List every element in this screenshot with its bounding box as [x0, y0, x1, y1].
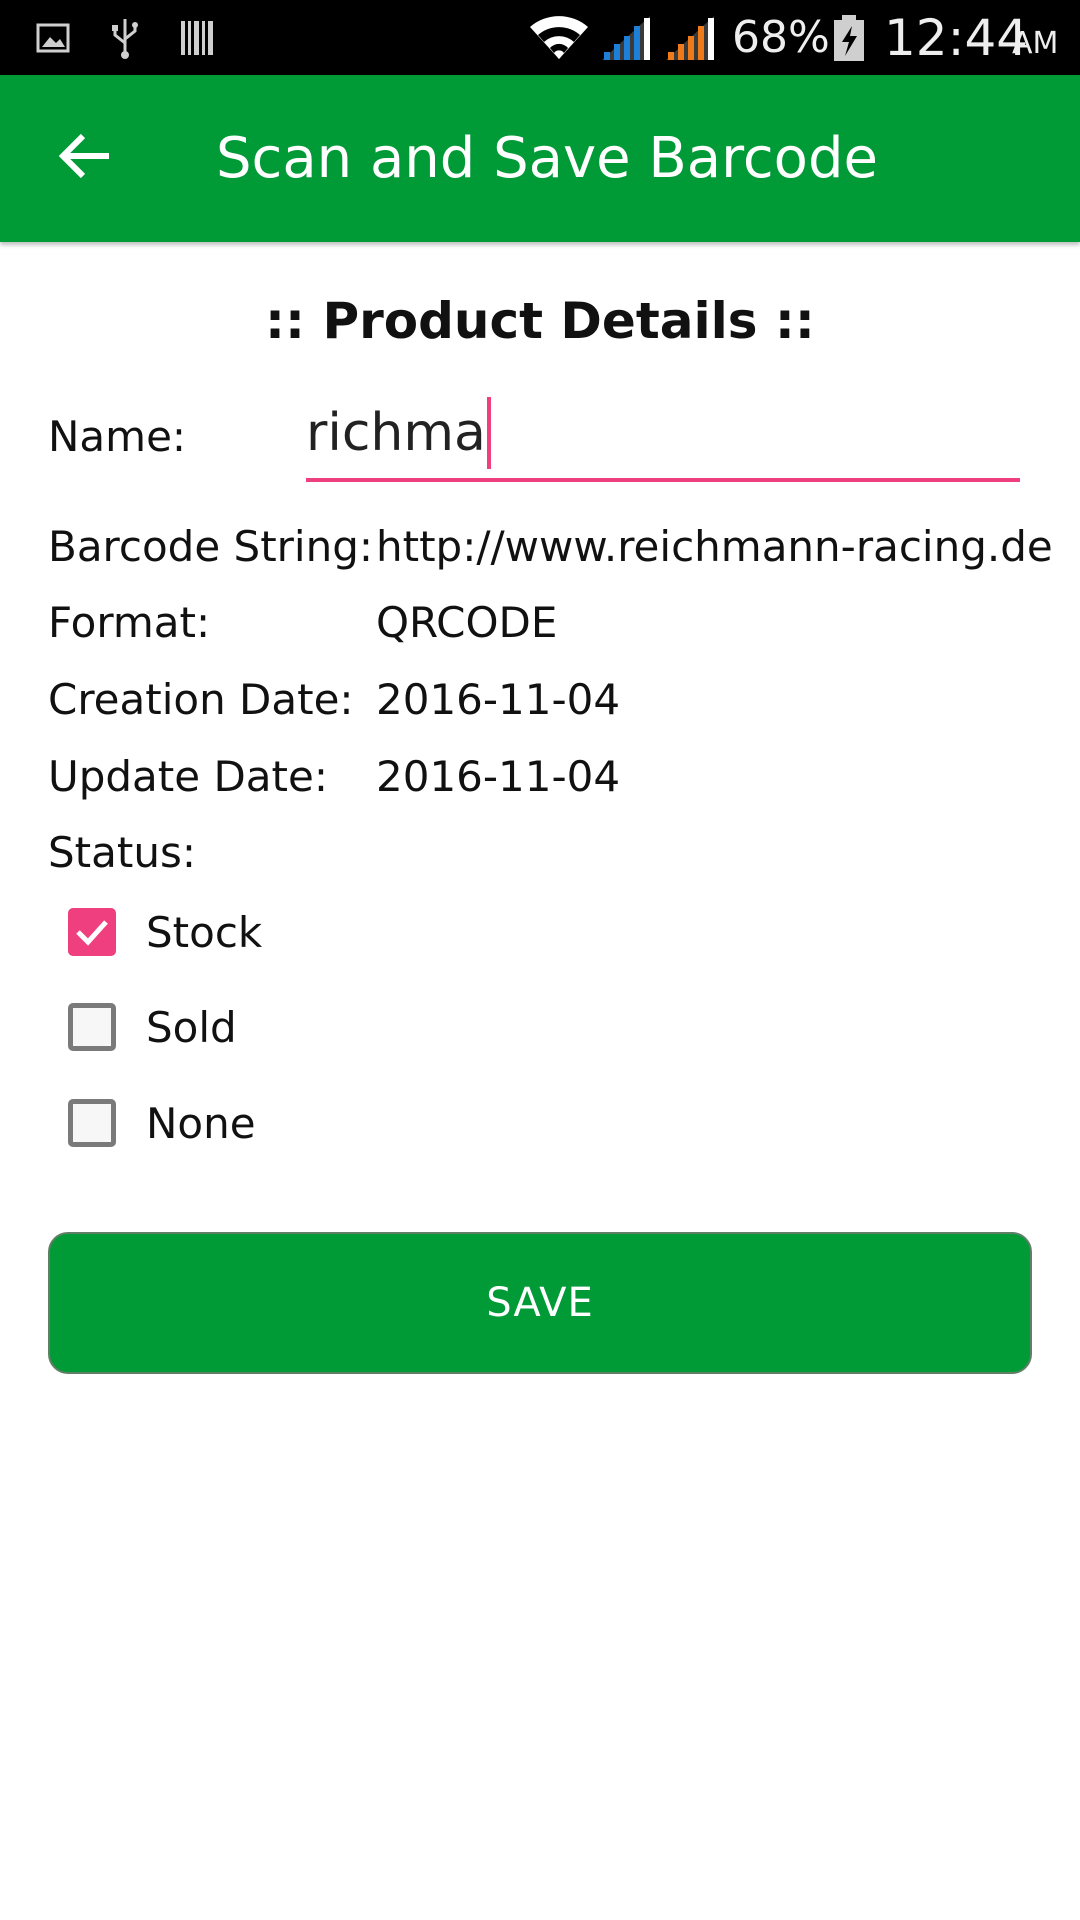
usb-icon	[110, 0, 140, 75]
clock-time: 12:44	[884, 8, 1029, 67]
status-label: Status:	[48, 828, 196, 877]
text-cursor	[486, 397, 491, 469]
page-title: Scan and Save Barcode	[216, 126, 878, 191]
checkbox-unchecked-icon	[68, 1003, 116, 1051]
checkbox-unchecked-icon	[68, 1099, 116, 1147]
barcode-label: Barcode String:	[48, 522, 374, 571]
app-bar: Scan and Save Barcode	[0, 75, 1080, 242]
creation-date-value: 2016-11-04	[376, 675, 621, 724]
update-date-value: 2016-11-04	[376, 752, 621, 801]
status-checkbox-sold[interactable]: Sold	[68, 997, 237, 1057]
status-checkbox-none[interactable]: None	[68, 1093, 256, 1153]
checkbox-label: None	[146, 1098, 256, 1148]
wifi-icon	[528, 0, 590, 75]
name-input-value: richma	[306, 403, 486, 463]
save-button[interactable]: SAVE	[48, 1232, 1032, 1374]
checkbox-label: Sold	[146, 1002, 237, 1052]
save-button-label: SAVE	[486, 1280, 594, 1326]
back-button[interactable]	[40, 113, 130, 203]
checkbox-label: Stock	[146, 907, 263, 957]
section-title: :: Product Details ::	[265, 292, 815, 350]
status-checkbox-stock[interactable]: Stock	[68, 902, 262, 962]
barcode-value: http://www.reichmann-racing.de	[376, 522, 1053, 571]
signal-icon	[600, 0, 652, 75]
format-label: Format:	[48, 598, 211, 647]
battery-charging-icon	[832, 0, 866, 75]
name-label: Name:	[48, 412, 187, 461]
barcode-icon	[180, 0, 214, 75]
status-bar: 68% 12:44 AM	[0, 0, 1080, 75]
arrow-back-icon	[58, 132, 111, 184]
checkbox-checked-icon	[68, 908, 116, 956]
signal-icon	[664, 0, 716, 75]
clock-ampm: AM	[1012, 26, 1059, 61]
image-icon	[36, 0, 70, 75]
battery-percent: 68%	[732, 12, 830, 63]
creation-date-label: Creation Date:	[48, 675, 354, 724]
name-input[interactable]: richma	[306, 388, 1020, 482]
update-date-label: Update Date:	[48, 752, 328, 801]
format-value: QRCODE	[376, 598, 558, 647]
